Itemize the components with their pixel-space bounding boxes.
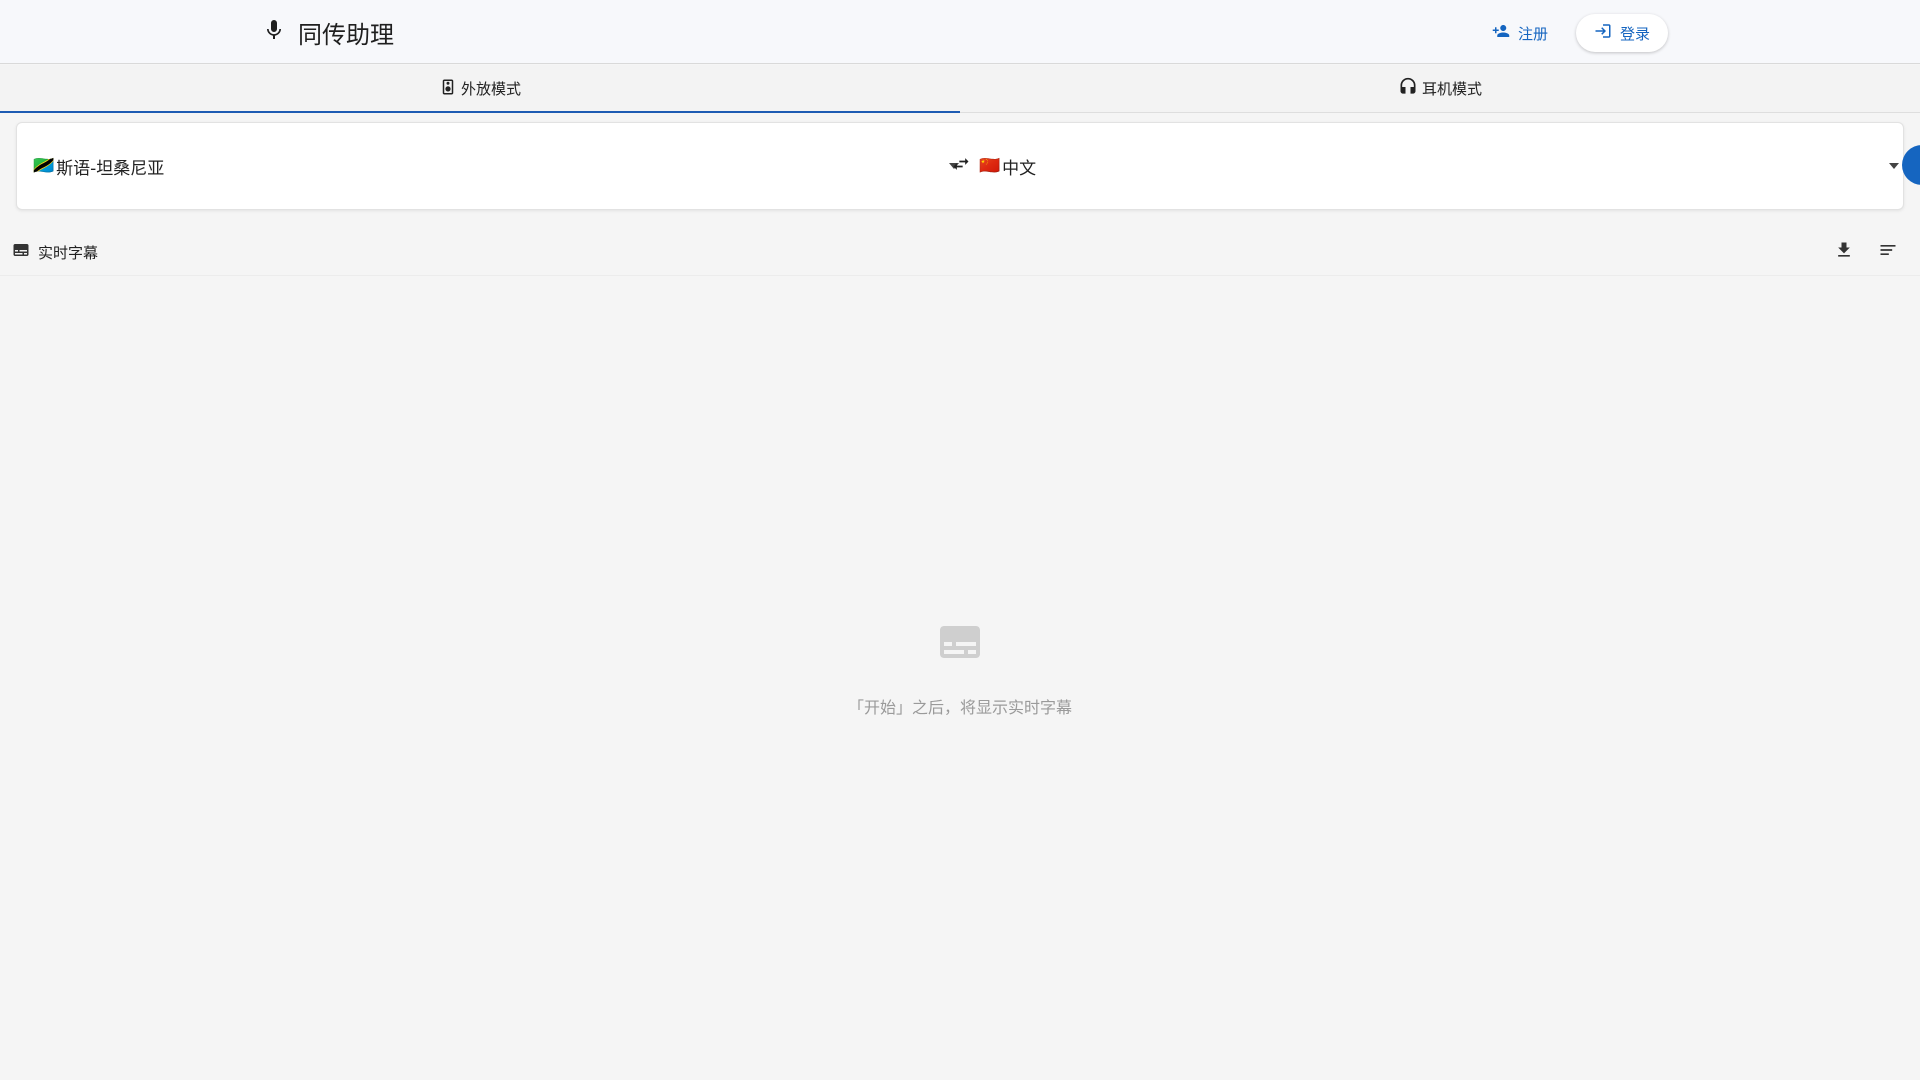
mode-tabs: 外放模式 耳机模式: [0, 65, 1920, 113]
app-header: 同传助理 注册 登录: [0, 0, 1920, 64]
target-language-label: 中文: [1002, 158, 1037, 179]
subtitles-icon: [12, 241, 30, 263]
tanzania-flag-icon: 🇹🇿: [33, 156, 55, 176]
headphones-icon: [1398, 77, 1418, 101]
tab-label: 外放模式: [460, 80, 521, 98]
brand: 同传助理: [262, 14, 394, 50]
tab-headphone-mode[interactable]: 耳机模式: [960, 65, 1920, 112]
source-language-select[interactable]: 🇹🇿 斯语-坦桑尼亚: [33, 123, 959, 209]
login-icon: [1594, 22, 1612, 44]
source-language-label: 斯语-坦桑尼亚: [56, 158, 165, 179]
swap-icon: [951, 154, 971, 178]
tab-speaker-mode[interactable]: 外放模式: [0, 65, 960, 113]
speaker-icon: [439, 77, 457, 101]
align-lines-icon: [1878, 240, 1898, 264]
start-button[interactable]: [1902, 145, 1920, 185]
app-title: 同传助理: [298, 20, 394, 49]
login-label: 登录: [1620, 24, 1651, 43]
download-button[interactable]: [1832, 240, 1856, 264]
empty-state: 「开始」之后，将显示实时字幕: [0, 618, 1920, 718]
download-icon: [1834, 240, 1854, 264]
empty-state-text: 「开始」之后，将显示实时字幕: [847, 698, 1072, 717]
chevron-down-icon: [1889, 163, 1899, 169]
subtitle-label: 实时字幕: [38, 243, 99, 262]
china-flag-icon: 🇨🇳: [979, 156, 1001, 176]
language-selector-card: 🇹🇿 斯语-坦桑尼亚 🇨🇳 中文: [16, 122, 1904, 210]
subtitle-toolbar: 实时字幕: [0, 228, 1920, 276]
auth-actions: 注册 登录: [1474, 13, 1669, 53]
tab-label: 耳机模式: [1421, 80, 1482, 98]
subtitles-icon: [936, 618, 984, 670]
subtitle-header: 实时字幕: [12, 240, 98, 264]
register-button[interactable]: 注册: [1474, 14, 1566, 52]
register-label: 注册: [1518, 24, 1549, 43]
microphone-icon: [262, 18, 286, 46]
login-button[interactable]: 登录: [1576, 14, 1669, 52]
person-add-icon: [1492, 22, 1510, 44]
swap-languages-button[interactable]: [949, 154, 973, 178]
target-language-select[interactable]: 🇨🇳 中文: [979, 123, 1903, 209]
text-format-button[interactable]: [1876, 240, 1900, 264]
